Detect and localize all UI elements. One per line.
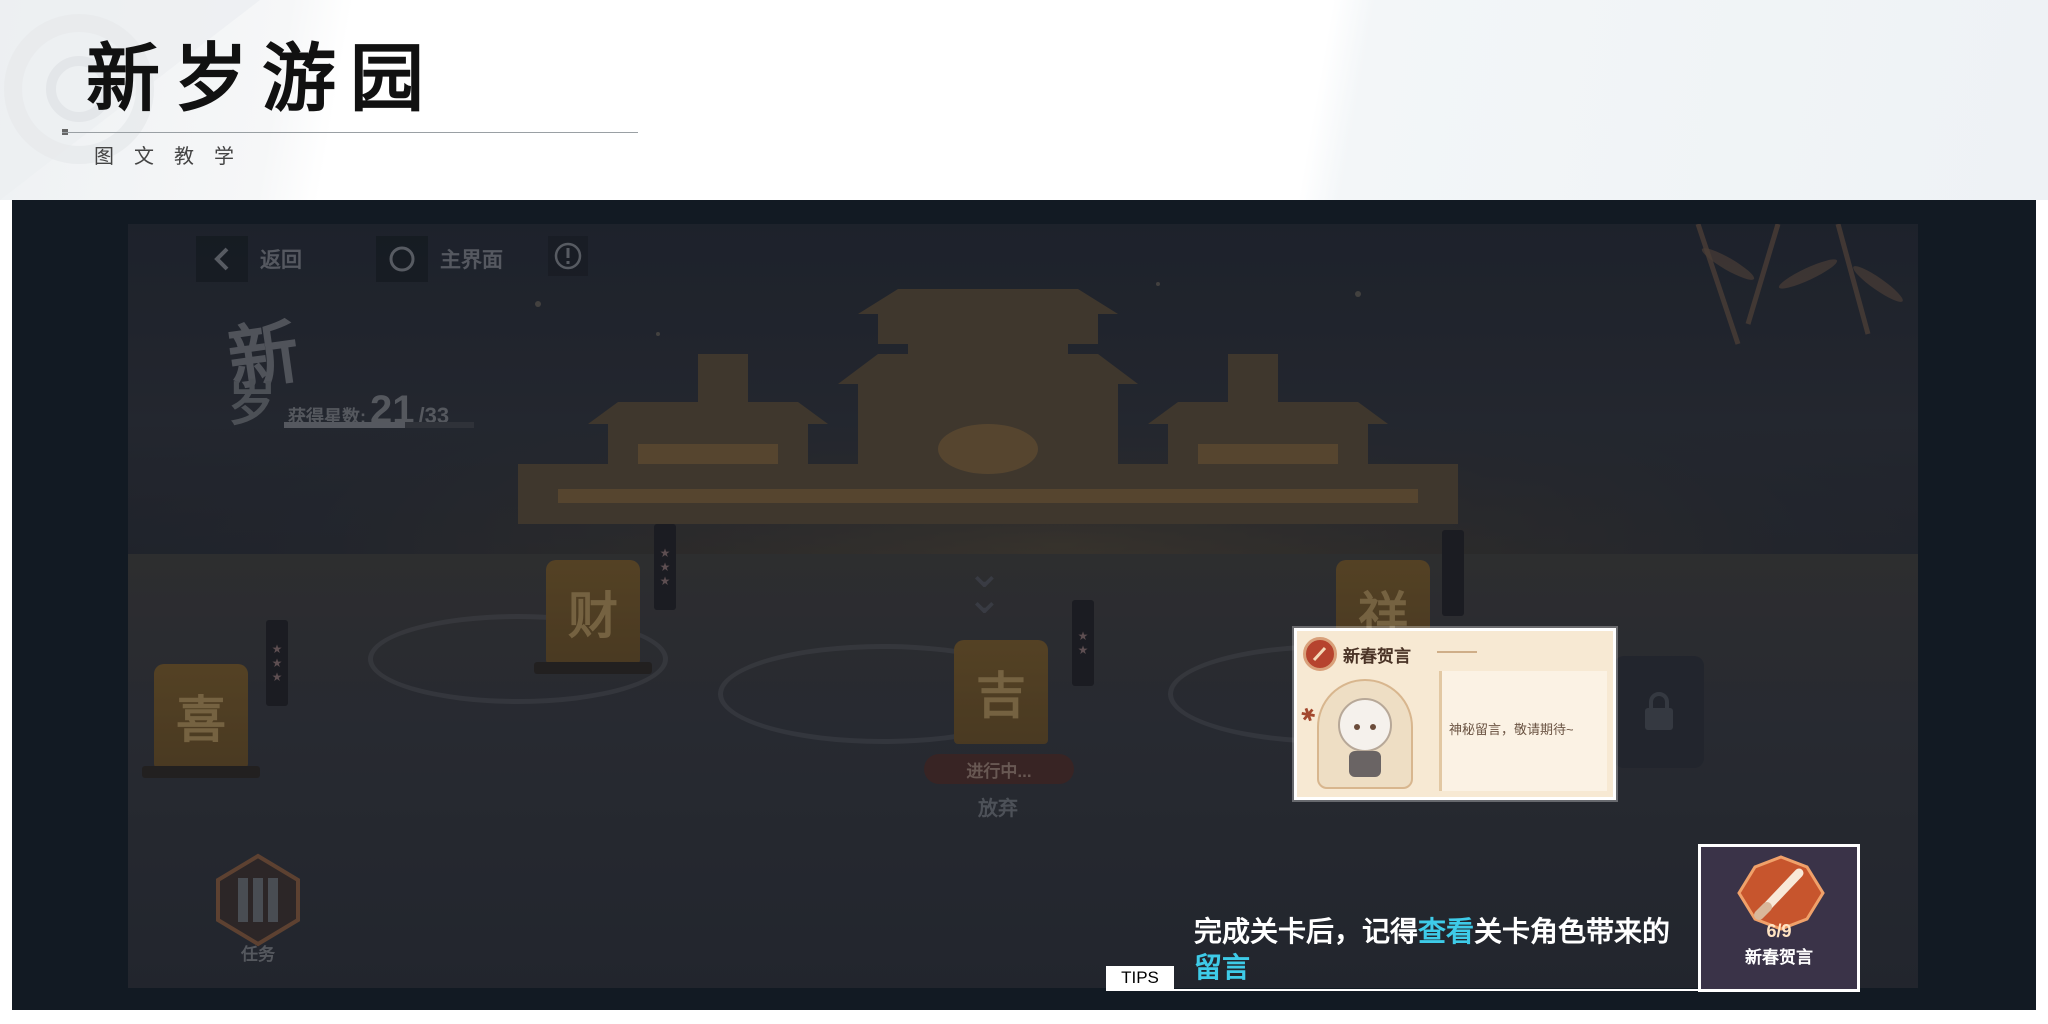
card-header: 新春贺言 (1303, 637, 1411, 671)
dim-overlay (128, 224, 1918, 988)
tip-highlight-view: 查看 (1418, 916, 1475, 947)
card-title: 新春贺言 (1343, 646, 1411, 666)
tip-text-part1: 完成关卡后，记得 (1194, 916, 1419, 947)
game-screen: 喜 ★★★ 财 ★★★ 吉 ★★ ⌄⌄ 进行中... 放弃 祥 返回 (128, 224, 1918, 988)
bamboo-decoration (1695, 224, 1903, 345)
character-portrait (1317, 679, 1413, 789)
tip-highlight-message: 留言 (1194, 952, 1251, 983)
tip-text-part2: 关卡角色带来的 (1474, 916, 1671, 947)
card-stamp-icon: ✱ (1297, 703, 1319, 728)
collection-count: 6/9 (1766, 921, 1792, 941)
greeting-card-popup[interactable]: 新春贺言 ✱ 神秘留言，敬请期待~ (1294, 628, 1616, 800)
tutorial-page: 新岁游园 图文教学 喜 ★ ★ ★ 财 ★ ★ ★ 吉 ★ ★ ⌄ ⌄ 进行中.… (0, 0, 2048, 1024)
brush-badge-icon (1303, 637, 1337, 671)
collection-button[interactable]: 6/9 新春贺言 (1698, 844, 1860, 992)
tip-text: 完成关卡后，记得查看关卡角色带来的留言 (1194, 914, 1694, 986)
collection-label: 新春贺言 (1745, 948, 1813, 967)
page-subtitle: 图文教学 (94, 146, 254, 168)
tips-label: TIPS (1106, 966, 1174, 990)
page-title: 新岁游园 (86, 36, 438, 122)
card-message: 神秘留言，敬请期待~ (1449, 722, 1574, 737)
title-underline (62, 132, 638, 133)
card-divider (1437, 651, 1477, 653)
tips-underline (1106, 989, 1700, 991)
